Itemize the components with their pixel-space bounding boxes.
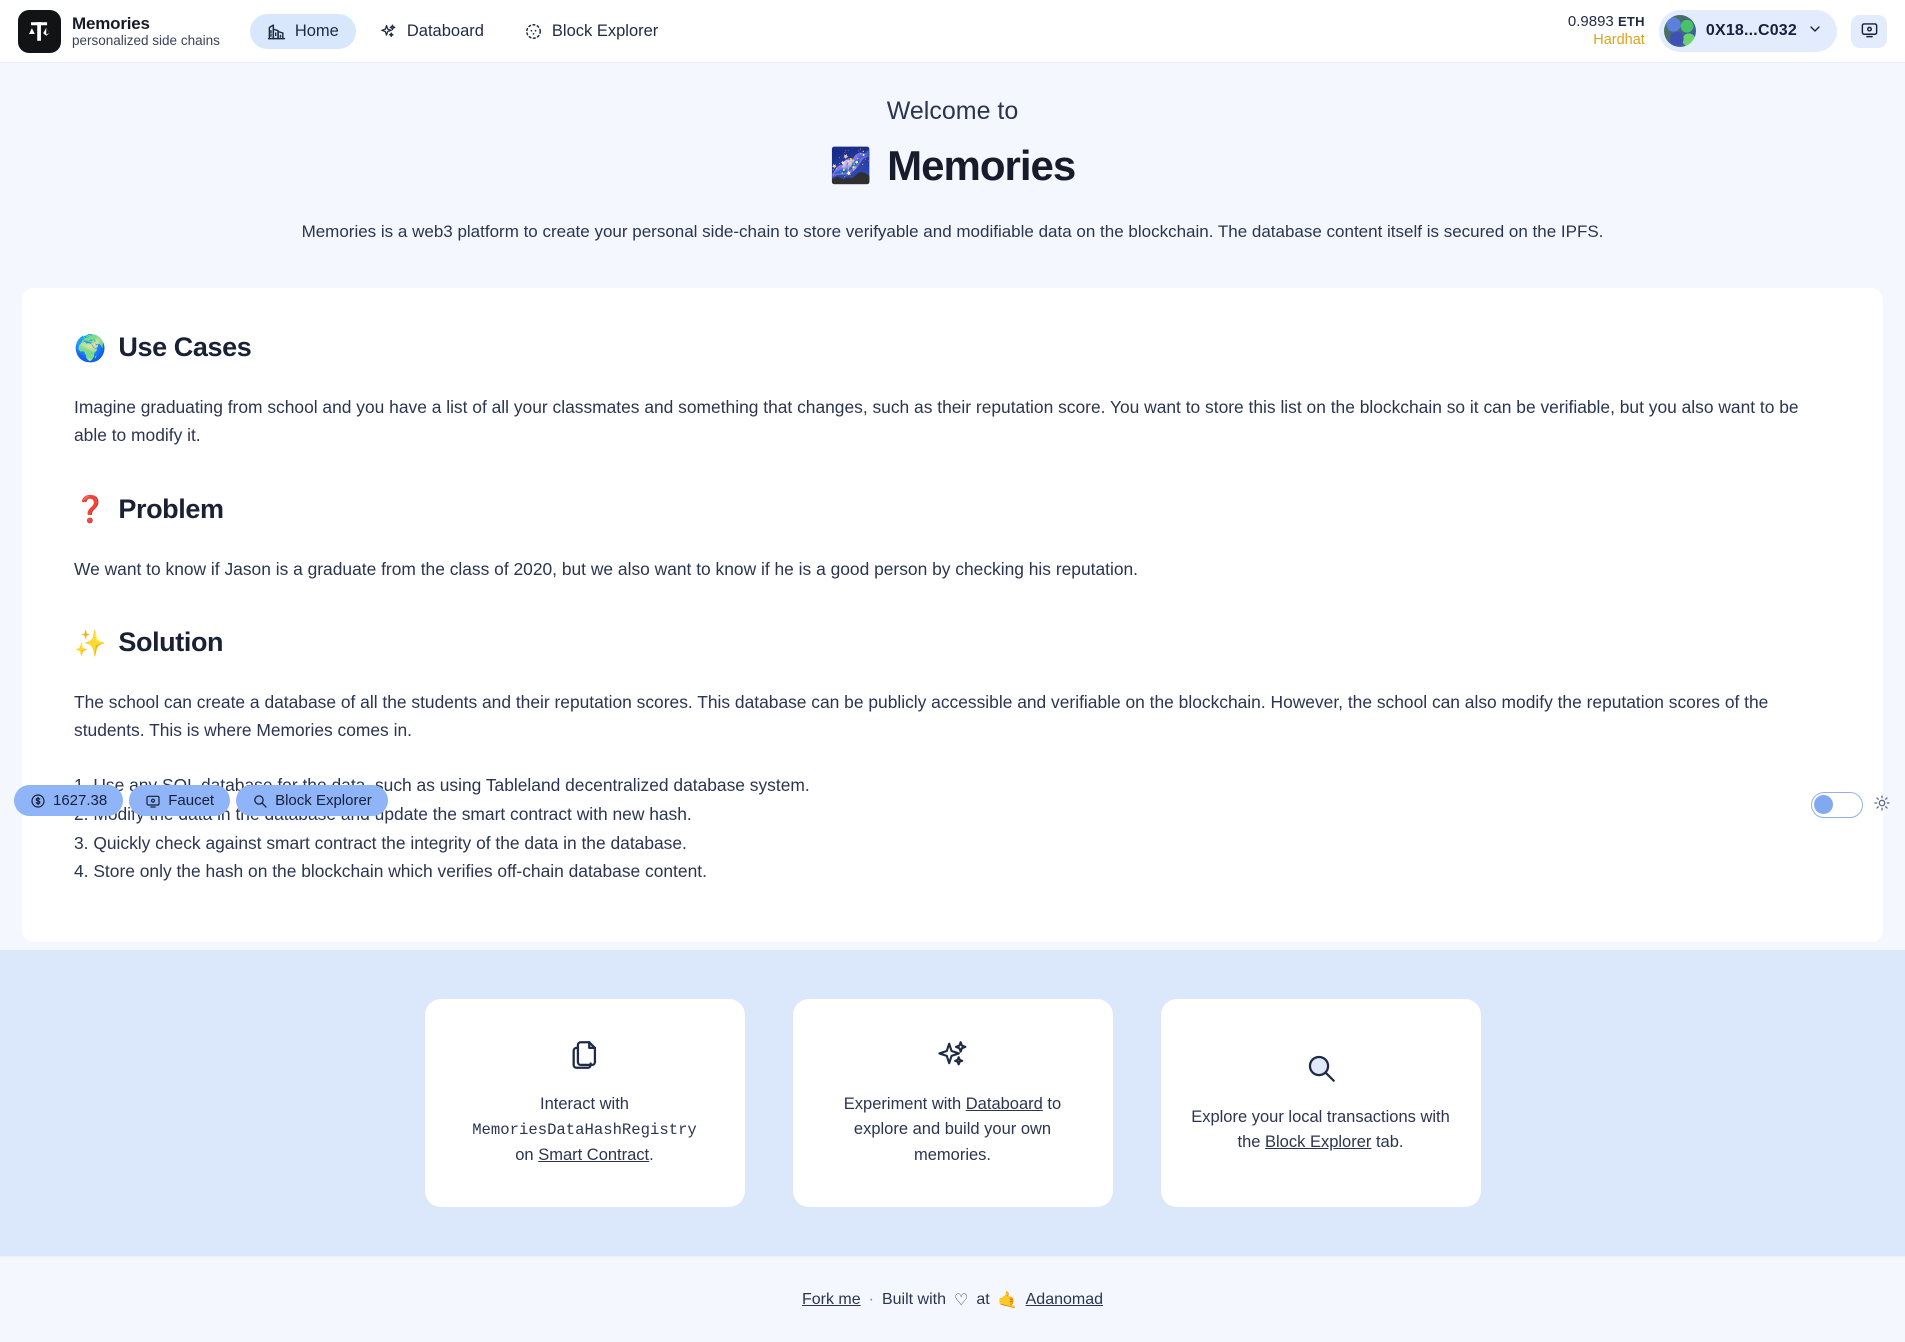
question-mark-emoji-icon: ❓ — [74, 494, 107, 525]
sparkles-icon — [379, 22, 398, 41]
hero-welcome: Welcome to — [886, 97, 1019, 125]
search-icon — [1304, 1051, 1338, 1085]
brand[interactable]: Memories personalized side chains — [18, 9, 220, 53]
footer-built-text: Built with — [881, 1290, 947, 1308]
brand-subtitle: personalized side chains — [72, 32, 220, 48]
block-explorer-link[interactable]: Block Explorer — [1265, 1133, 1371, 1151]
floating-toolbar: 1627.38 Faucet Block Explorer — [14, 785, 388, 816]
heart-icon: ♡ — [954, 1291, 969, 1309]
galaxy-emoji-icon: 🌌 — [829, 147, 873, 185]
app-header: Memories personalized side chains Home D… — [0, 0, 1905, 63]
hero: Welcome to 🌌 Memories Memories is a web3… — [0, 63, 1905, 248]
nav-item-databoard-label: Databoard — [406, 21, 484, 40]
feature-line2-suffix: . — [649, 1145, 654, 1164]
account-address: 0X18...C032 — [1705, 22, 1797, 39]
section-use-cases: 🌍 Use Cases Imagine graduating from scho… — [74, 332, 1831, 450]
content-card: 🌍 Use Cases Imagine graduating from scho… — [22, 288, 1883, 943]
balance-amount: 0.9893 — [1567, 12, 1614, 30]
adanomad-link[interactable]: Adanomad — [1026, 1291, 1103, 1309]
feature-card-databoard[interactable]: Experiment with Databoard to explore and… — [792, 999, 1113, 1207]
section-paragraph-solution: The school can create a database of all … — [74, 692, 1769, 741]
feature-prefix: Experiment with — [843, 1095, 966, 1114]
account-dropdown[interactable]: 0X18...C032 — [1658, 10, 1837, 52]
copy-documents-icon — [568, 1038, 602, 1072]
header-right: 0.9893 ETH Hardhat 0X18...C032 — [1568, 10, 1887, 52]
blockie-avatar-icon — [1663, 15, 1696, 47]
theme-toggle-switch[interactable] — [1811, 792, 1863, 818]
feature-contract-name: MemoriesDataHashRegistry — [472, 1121, 697, 1140]
hero-title-row: 🌌 Memories — [0, 142, 1905, 190]
chevron-down-icon — [1807, 21, 1823, 42]
memories-scale-eth-logo-icon — [18, 9, 61, 53]
theme-control — [1811, 792, 1891, 818]
section-paragraph-problem: We want to know if Jason is a graduate f… — [74, 558, 1139, 579]
section-title-problem: Problem — [118, 493, 224, 524]
brand-title: Memories — [72, 13, 150, 33]
dotted-circle-icon — [524, 22, 543, 41]
sparkles-icon — [936, 1038, 970, 1072]
list-item: 4. Store only the hash on the blockchain… — [74, 861, 707, 882]
nav-item-databoard[interactable]: Databoard — [362, 14, 501, 49]
balance-display: 0.9893 ETH Hardhat — [1568, 13, 1645, 50]
screen-wallet-icon — [1860, 20, 1879, 42]
list-item: 3. Quickly check against smart contract … — [74, 832, 687, 853]
price-pill[interactable]: 1627.38 — [14, 785, 124, 816]
network-label: Hardhat — [1593, 32, 1645, 49]
section-heading: ❓ Problem — [74, 494, 1831, 525]
nav-item-block-explorer[interactable]: Block Explorer — [507, 14, 675, 49]
hero-description: Memories is a web3 platform to create yo… — [301, 222, 1604, 241]
toggle-knob — [1814, 795, 1833, 814]
page-title: Memories — [887, 142, 1076, 189]
section-heading: ✨ Solution — [74, 627, 1831, 658]
section-solution: ✨ Solution The school can create a datab… — [74, 627, 1831, 886]
section-heading: 🌍 Use Cases — [74, 332, 1831, 363]
feature-line1: Interact with — [540, 1095, 629, 1114]
section-problem: ❓ Problem We want to know if Jason is a … — [74, 494, 1831, 583]
faucet-pill[interactable]: Faucet — [129, 785, 231, 816]
nav-item-home-label: Home — [294, 21, 339, 40]
nav-item-block-explorer-label: Block Explorer — [551, 21, 659, 40]
search-icon — [252, 793, 268, 809]
dollar-circle-icon — [30, 793, 46, 809]
smart-contract-link[interactable]: Smart Contract — [538, 1146, 649, 1164]
feature-card-block-explorer[interactable]: Explore your local transactions with the… — [1160, 999, 1481, 1207]
section-title-use-cases: Use Cases — [118, 332, 252, 362]
main-nav: Home Databoard Block Explorer — [249, 13, 675, 49]
call-me-hand-emoji-icon: 🤙 — [997, 1291, 1018, 1309]
sparkles-emoji-icon: ✨ — [74, 627, 107, 658]
feature-line2-prefix: on — [515, 1145, 539, 1164]
page-footer: Fork me · Built with ♡ at 🤙 Adanomad — [0, 1256, 1905, 1342]
fork-me-link[interactable]: Fork me — [802, 1291, 861, 1309]
globe-emoji-icon: 🌍 — [74, 332, 107, 363]
screen-wallet-icon — [145, 793, 161, 809]
nav-item-home[interactable]: Home — [249, 13, 356, 49]
wallet-screen-button[interactable] — [1851, 14, 1887, 48]
footer-separator: · — [868, 1290, 874, 1308]
block-explorer-pill[interactable]: Block Explorer — [236, 785, 388, 816]
footer-at-text: at — [976, 1290, 990, 1308]
databoard-link[interactable]: Databoard — [966, 1095, 1043, 1113]
section-title-solution: Solution — [118, 627, 224, 658]
section-paragraph-use-cases: Imagine graduating from school and you h… — [74, 397, 1799, 446]
features-band: Interact with MemoriesDataHashRegistry o… — [0, 950, 1905, 1256]
feature-card-smart-contract[interactable]: Interact with MemoriesDataHashRegistry o… — [424, 999, 745, 1207]
balance-currency: ETH — [1617, 13, 1645, 29]
price-pill-label: 1627.38 — [53, 792, 108, 809]
chart-building-icon — [267, 22, 286, 41]
sun-icon[interactable] — [1873, 794, 1891, 817]
block-explorer-pill-label: Block Explorer — [275, 792, 372, 809]
faucet-pill-label: Faucet — [168, 792, 215, 809]
feature-suffix: tab. — [1371, 1133, 1404, 1151]
